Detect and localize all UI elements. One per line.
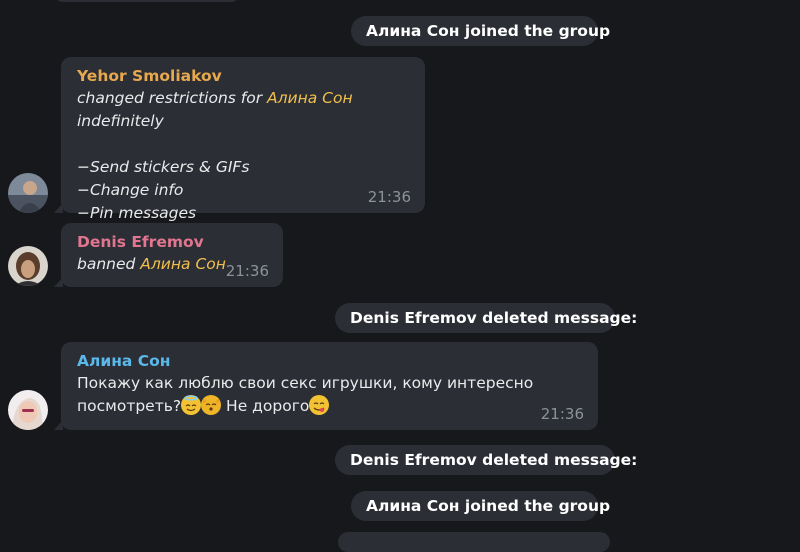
sender-name[interactable]: Алина Сон [77, 350, 583, 372]
kissing-cat-emoji-icon [201, 395, 222, 415]
message-yehor[interactable]: Yehor Smoliakov changed restrictions for… [54, 57, 425, 222]
service-message-joined: Алина Сон joined the group [351, 16, 610, 46]
message-time: 21:36 [367, 188, 411, 206]
message-text: changed restrictions for Алина Сон indef… [77, 89, 353, 130]
user-avatar-photo-icon [8, 173, 48, 213]
message-time: 21:36 [540, 405, 584, 423]
service-message-joined: Алина Сон joined the group [351, 491, 610, 521]
user-avatar-photo-icon [8, 246, 48, 286]
previous-message-bubble [55, 0, 239, 2]
avatar-denis[interactable] [8, 246, 48, 286]
mention-link[interactable]: Алина Сон [267, 89, 353, 107]
sender-name[interactable]: Yehor Smoliakov [77, 65, 410, 87]
restriction-item: −Pin messages [77, 204, 197, 222]
service-message-deleted: Denis Efremov deleted message: [335, 303, 637, 333]
restriction-item: −Send stickers & GIFs [77, 158, 250, 176]
mention-link[interactable]: Алина Сон [140, 255, 226, 273]
avatar-alina[interactable] [8, 390, 48, 430]
message-time: 21:36 [225, 262, 269, 280]
face-savoring-food-emoji-icon [309, 395, 330, 415]
sender-name[interactable]: Denis Efremov [77, 231, 268, 253]
message-text-line: Покажу как люблю свои секс игрушки, кому… [77, 374, 534, 392]
next-message-bubble [338, 532, 610, 552]
message-text-line: посмотреть? Не дорого [77, 395, 583, 418]
restriction-item: −Change info [77, 181, 184, 199]
user-avatar-photo-icon [8, 390, 48, 430]
smiling-face-with-halo-emoji-icon [181, 395, 202, 415]
avatar-yehor[interactable] [8, 173, 48, 213]
message-alina[interactable]: Алина Сон Покажу как люблю свои секс игр… [54, 342, 598, 430]
service-message-deleted: Denis Efremov deleted message: [335, 445, 637, 475]
message-denis[interactable]: Denis Efremov banned Алина Сон 21:36 [54, 223, 283, 287]
